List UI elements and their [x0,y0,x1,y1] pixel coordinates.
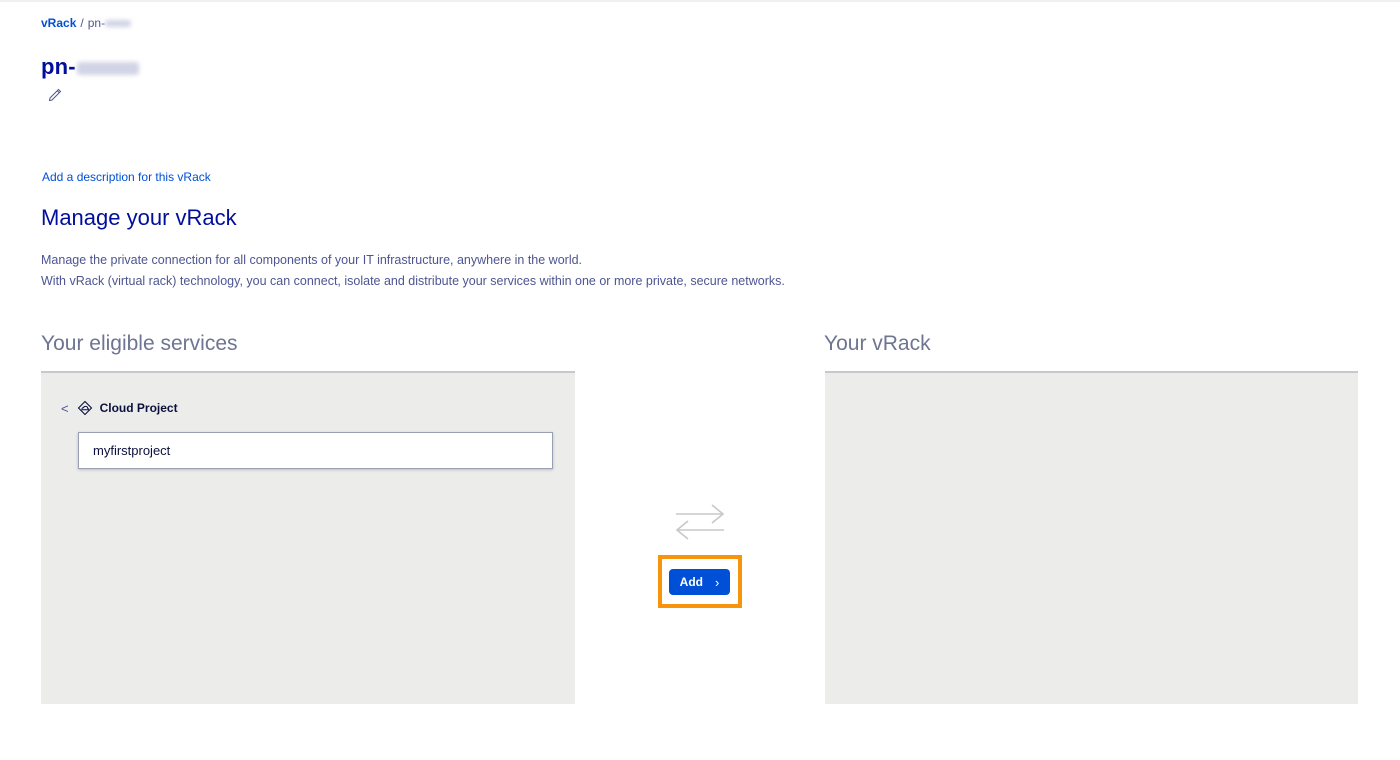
category-label: Cloud Project [99,401,178,415]
manage-description: Manage the private connection for all co… [41,250,785,292]
add-description-link[interactable]: Add a description for this vRack [42,170,211,184]
breadcrumb-vrack-link[interactable]: vRack [41,16,76,30]
add-button-label: Add [679,575,703,589]
description-line-2: With vRack (virtual rack) technology, yo… [41,274,785,288]
eligible-services-title: Your eligible services [41,332,238,355]
eligible-services-panel: < Cloud Project myfirstproject [41,371,575,704]
back-button[interactable]: < [61,401,69,416]
redacted-id [105,20,132,28]
your-vrack-title: Your vRack [824,332,931,355]
page-title: pn- [41,54,139,80]
your-vrack-panel [825,371,1358,704]
chevron-right-icon: › [714,574,720,590]
manage-title: Manage your vRack [41,205,237,230]
breadcrumb-current-prefix: pn- [87,16,106,30]
description-line-1: Manage the private connection for all co… [41,253,583,267]
breadcrumb-current: pn- [87,16,132,30]
redacted-title-id [76,61,139,75]
breadcrumb-separator: / [80,16,84,30]
cloud-project-icon [77,400,92,416]
service-item-myfirstproject[interactable]: myfirstproject [78,432,553,469]
transfer-arrows-icon [675,504,725,540]
category-header: < Cloud Project [61,400,178,416]
pencil-icon[interactable] [47,87,63,103]
add-button[interactable]: Add › [669,569,730,595]
page-title-prefix: pn- [41,54,76,79]
vrack-page: vRack / pn- pn- Add a description for this… [0,0,1400,760]
breadcrumb: vRack / pn- [41,16,132,30]
